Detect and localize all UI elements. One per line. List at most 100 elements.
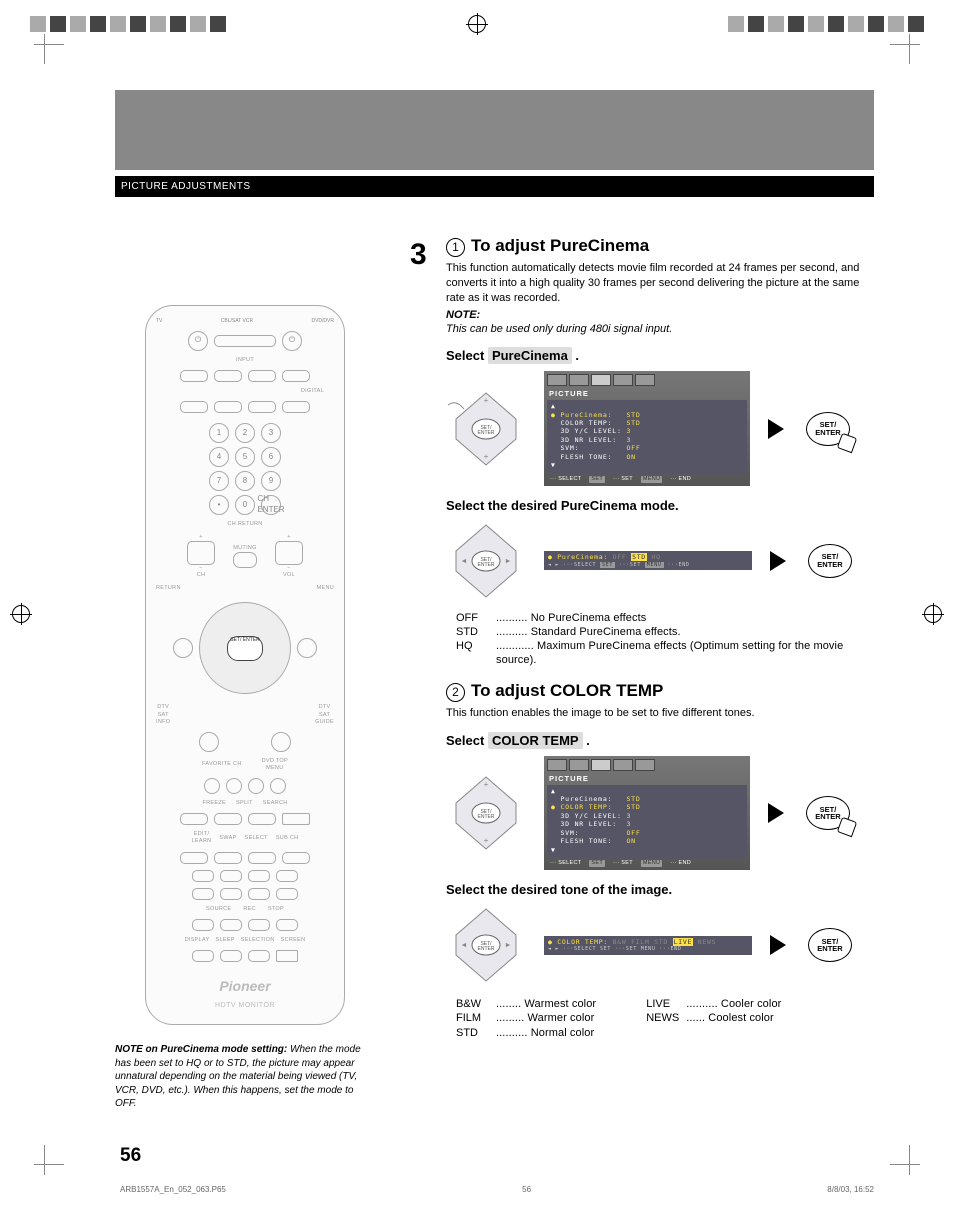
remote-label: SOURCE: [206, 906, 231, 913]
set-enter-button-icon: SET/ENTER: [808, 928, 852, 962]
size-button: [276, 950, 298, 962]
svg-text:◄: ◄: [461, 558, 468, 565]
numpad-button: 4: [209, 447, 229, 467]
transport-button: [248, 870, 270, 882]
dpad-illustration: SET/ENTER++: [446, 389, 526, 469]
footer-pn: 56: [522, 1185, 531, 1195]
numpad-button: 9: [261, 471, 281, 491]
definition-columns: B&W ........ Warmest colorFILM .........…: [446, 995, 874, 1052]
remote-button: [271, 732, 291, 752]
remote-button: [248, 950, 270, 962]
page: PICTURE ADJUSTMENTS TV CBL/SAT VCR DVD/D…: [0, 0, 954, 1209]
transport-button: [192, 888, 214, 900]
content: TV CBL/SAT VCR DVD/DVR ⏻⏻ INPUT DIGITAL …: [115, 235, 874, 1149]
svg-text:ENTER: ENTER: [478, 946, 495, 952]
select-instruction: Select COLOR TEMP .: [446, 733, 874, 750]
menu-button: [297, 638, 317, 658]
dpad-illustration: SET/ENTER++: [446, 773, 526, 853]
muting-button: [233, 552, 257, 568]
numpad-button: •: [209, 495, 229, 515]
osd-title: PICTURE: [547, 773, 747, 785]
select-mode-heading: Select the desired PureCinema mode.: [446, 498, 874, 515]
remote-button: [192, 950, 214, 962]
remote-label: SWAP: [219, 835, 236, 842]
registration-marks-top: [0, 12, 954, 36]
arrow-right-icon: [770, 551, 790, 571]
osd-tab-icon: [547, 374, 567, 386]
set-enter-button-icon: SET/ENTER: [806, 796, 850, 830]
ui-row: SET/ENTER◄► ● COLOR TEMP: B&W FILM STD L…: [446, 905, 874, 985]
footer-meta: ARB1557A_En_052_063.P65 56 8/8/03, 16:52: [120, 1185, 874, 1195]
header-bar: [115, 90, 874, 170]
remote-label: DIGITAL: [301, 388, 324, 395]
mode-slider: [214, 335, 276, 347]
definition-list: B&W ........ Warmest colorFILM .........…: [456, 997, 596, 1040]
osd-tab-icon: [569, 374, 589, 386]
remote-button: [226, 778, 242, 794]
note-text: This can be used only during 480i signal…: [446, 322, 874, 336]
remote-button: [248, 401, 276, 413]
registration-mark-right: [924, 605, 942, 623]
remote-button: [276, 919, 298, 931]
remote-button: [270, 778, 286, 794]
svg-text:ENTER: ENTER: [478, 430, 495, 436]
remote-label: DVD TOP MENU: [262, 758, 288, 772]
remote-button: [180, 852, 208, 864]
osd-tab-icon: [635, 374, 655, 386]
osd-menu: PICTURE ▲ PureCinema: STD● COLOR TEMP: S…: [544, 756, 750, 870]
section-heading: 2 To adjust COLOR TEMP: [446, 680, 874, 702]
svg-text:►: ►: [505, 942, 512, 949]
remote-label: DISPLAY: [185, 937, 210, 944]
numpad: 123456789•0CH ENTER: [209, 423, 281, 515]
dpad-illustration: SET/ENTER◄►: [446, 905, 526, 985]
return-button: [173, 638, 193, 658]
footer-file: ARB1557A_En_052_063.P65: [120, 1185, 226, 1195]
remote-label: EDIT/ LEARN: [192, 831, 212, 845]
page-number: 56: [120, 1144, 141, 1169]
numpad-button: 5: [235, 447, 255, 467]
crop-mark: [34, 34, 64, 64]
select-label: Select: [446, 733, 484, 748]
svg-text:+: +: [484, 396, 489, 405]
remote-label: REC: [243, 906, 256, 913]
numpad-button: 1: [209, 423, 229, 443]
definition-list: LIVE .......... Cooler colorNEWS ...... …: [646, 997, 781, 1040]
remote-label: STOP: [268, 906, 284, 913]
osd-menu: PICTURE ▲● PureCinema: STD COLOR TEMP: S…: [544, 371, 750, 485]
osd-strip: ● COLOR TEMP: B&W FILM STD LIVE NEWS ◄ ►…: [544, 936, 752, 955]
remote-label: SELECT: [245, 835, 268, 842]
remote-label: SCREEN: [281, 937, 306, 944]
remote-label: SEARCH: [263, 800, 288, 807]
section-heading: 1 To adjust PureCinema: [446, 235, 874, 257]
transport-button: [248, 888, 270, 900]
remote-label: SUB CH: [276, 835, 299, 842]
osd-title: PICTURE: [547, 388, 747, 400]
svg-text:►: ►: [505, 558, 512, 565]
breadcrumb: PICTURE ADJUSTMENTS: [115, 176, 874, 197]
osd-tab-icon: [591, 374, 611, 386]
numpad-button: 3: [261, 423, 281, 443]
remote-label: DTV SAT GUIDE: [315, 704, 334, 725]
remote-label: MUTING: [233, 545, 257, 552]
remote-button: [282, 370, 310, 382]
arrow-right-icon: [768, 803, 788, 823]
remote-label: FAVORITE CH: [202, 761, 242, 768]
svg-text:+: +: [484, 452, 489, 461]
remote-label: TV: [156, 318, 162, 325]
remote-control-illustration: TV CBL/SAT VCR DVD/DVR ⏻⏻ INPUT DIGITAL …: [145, 305, 345, 1025]
note-label: NOTE:: [446, 308, 874, 322]
svg-text:+: +: [484, 780, 489, 789]
note-title: NOTE on PureCinema mode setting:: [115, 1044, 287, 1055]
osd-tab-icon: [569, 759, 589, 771]
crop-mark: [34, 1145, 64, 1175]
transport-button: [192, 870, 214, 882]
registration-mark-left: [12, 605, 30, 623]
strip-label: PureCinema:: [557, 553, 608, 561]
crop-mark: [890, 34, 920, 64]
ch-rocker: [187, 541, 215, 565]
definition-list: OFF .......... No PureCinema effectsSTD …: [456, 611, 874, 668]
osd-footer: ··· SELECTSET··· SETMENU··· END: [547, 474, 747, 483]
remote-button: [248, 813, 276, 825]
remote-button: [282, 401, 310, 413]
osd-tab-icon: [591, 759, 611, 771]
